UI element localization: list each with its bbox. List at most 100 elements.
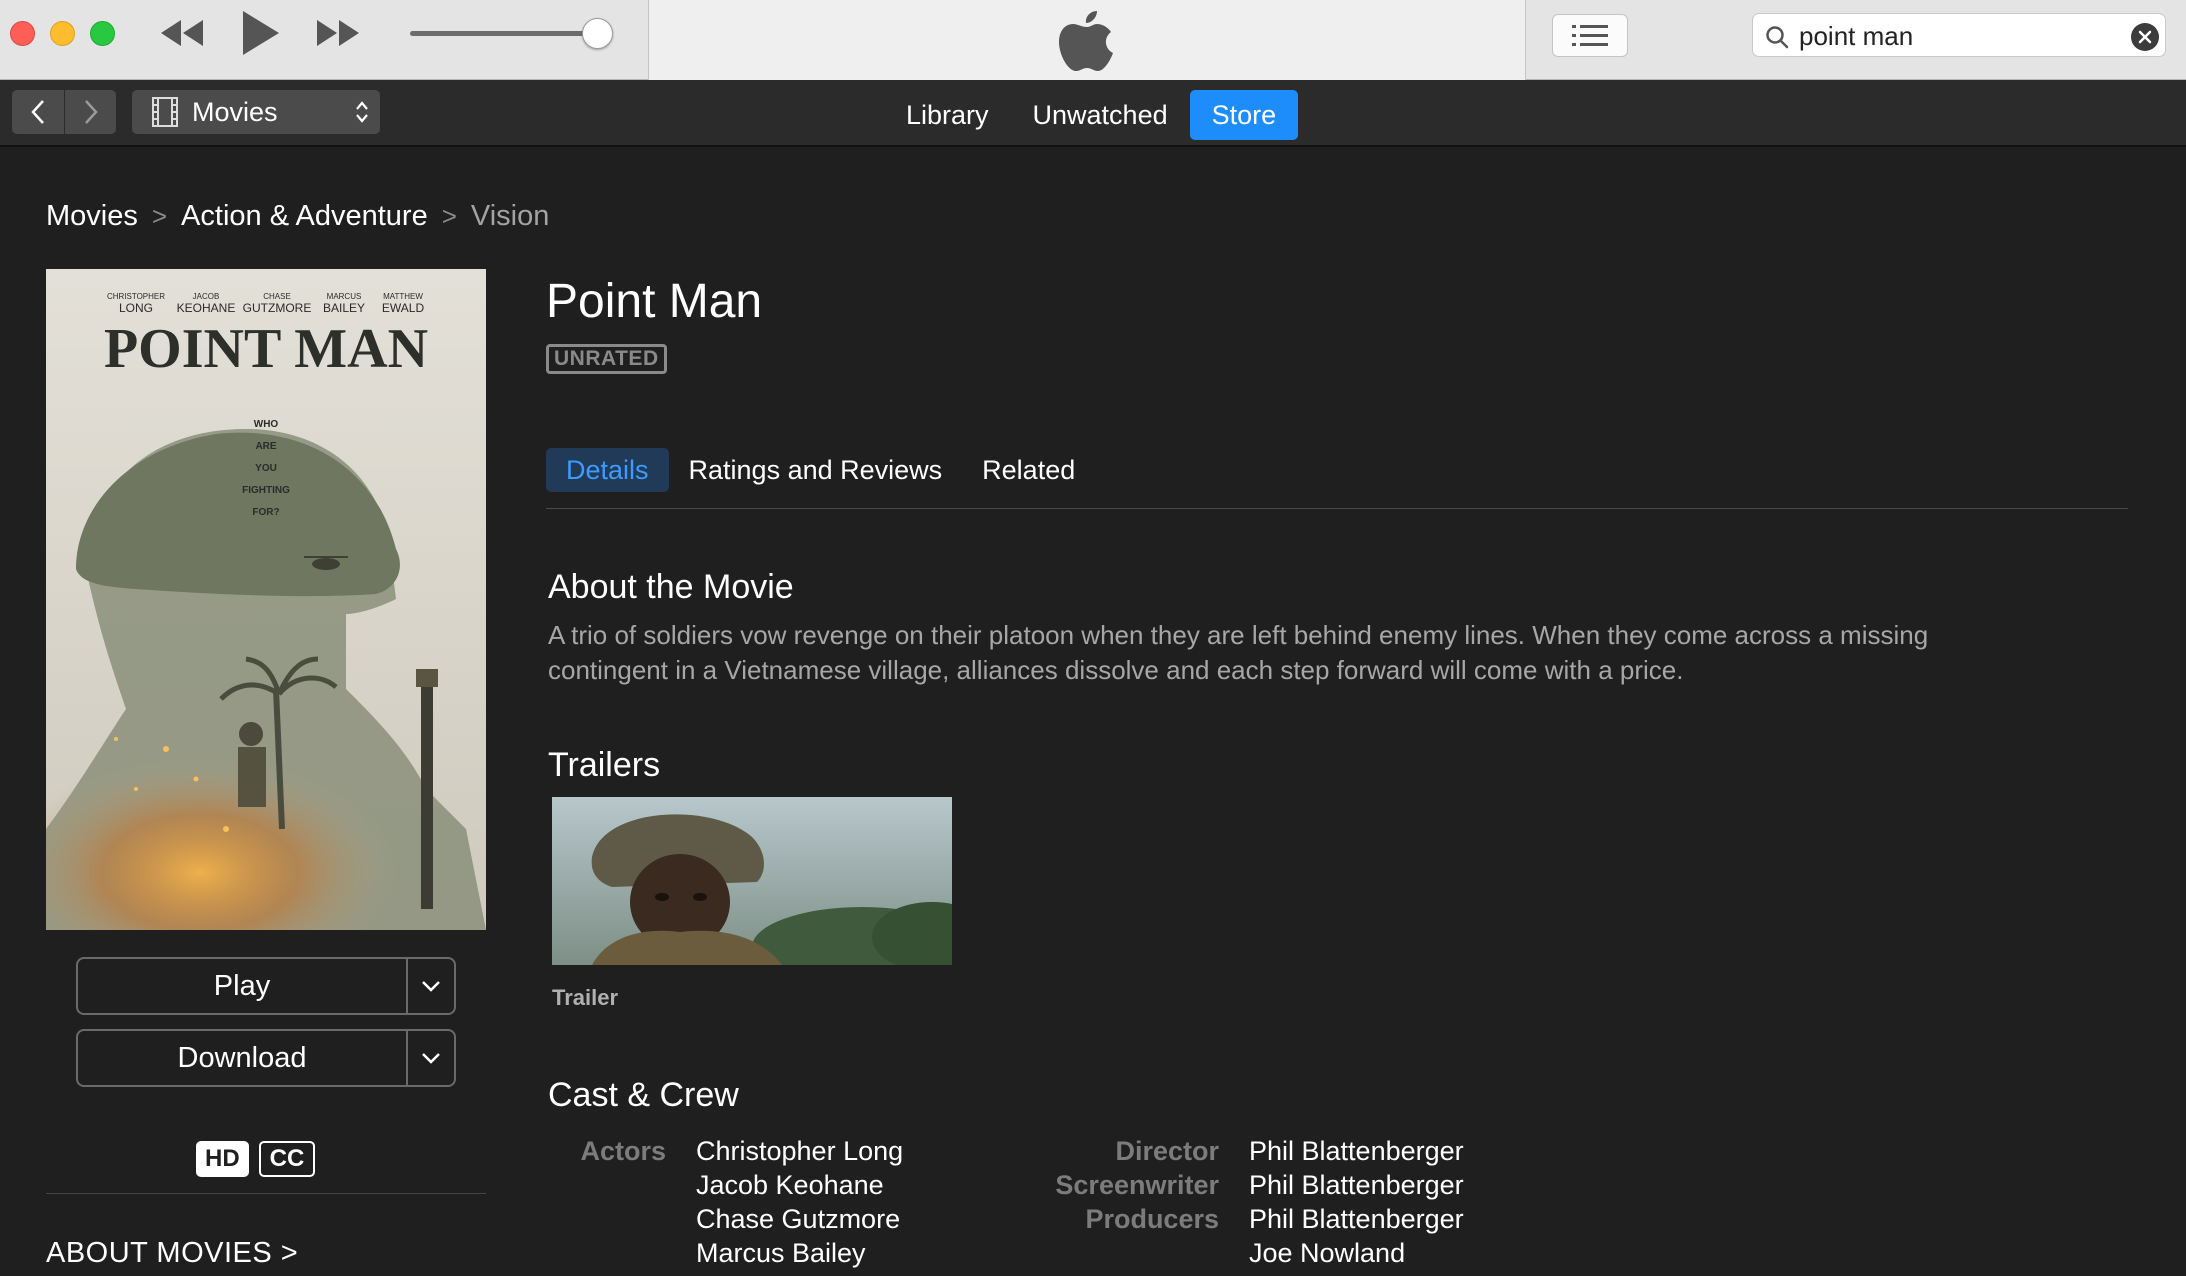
poster-artwork: CHRISTOPHER LONG JACOB KEOHANE CHASE GUT…: [46, 269, 486, 930]
crew-name[interactable]: Phil Blattenberger: [1249, 1168, 1464, 1202]
about-heading: About the Movie: [548, 568, 794, 606]
crew-role-director: Director: [1115, 1136, 1219, 1166]
download-button[interactable]: Download: [78, 1031, 406, 1085]
movie-title: Point Man: [546, 275, 763, 328]
trailers-heading: Trailers: [548, 746, 661, 784]
search-icon: [1766, 26, 1789, 49]
poster-tagline-line: FIGHTING: [242, 485, 290, 496]
chevron-right-icon: [84, 100, 98, 124]
crew-names: Phil Blattenberger Phil Blattenberger Ph…: [1249, 1134, 1464, 1270]
poster-cast-last: GUTZMORE: [243, 301, 312, 315]
poster-tagline-line: FOR?: [252, 507, 279, 518]
close-icon: [2138, 30, 2152, 44]
poster-cast-last: LONG: [119, 301, 153, 315]
crew-name[interactable]: Phil Blattenberger: [1249, 1202, 1464, 1236]
library-store-tabs: Library Unwatched Store: [884, 90, 1299, 140]
cast-crew-heading: Cast & Crew: [548, 1076, 739, 1114]
crew-role-producers: Producers: [1085, 1204, 1219, 1234]
tab-ratings-and-reviews[interactable]: Ratings and Reviews: [669, 448, 963, 492]
volume-slider[interactable]: [410, 31, 598, 36]
crew-name[interactable]: Joe Nowland: [1249, 1236, 1464, 1270]
tab-store[interactable]: Store: [1189, 90, 1299, 140]
close-window-button[interactable]: [10, 21, 35, 46]
clear-search-button[interactable]: [2131, 23, 2159, 51]
poster-cast-first: MATTHEW: [383, 292, 423, 301]
media-type-selector[interactable]: Movies: [132, 90, 380, 134]
rewind-button[interactable]: [152, 8, 212, 58]
film-icon: [152, 97, 178, 127]
trailer-frame-image: [552, 797, 952, 965]
chevron-left-icon: [31, 100, 44, 124]
about-movies-link[interactable]: ABOUT MOVIES >: [46, 1237, 298, 1270]
list-icon: [1572, 24, 1608, 46]
back-button[interactable]: [12, 90, 64, 134]
poster-cast-first: CHRISTOPHER: [107, 292, 165, 301]
chevron-down-icon: [422, 981, 440, 992]
tabs-divider: [546, 508, 2128, 509]
breadcrumb-separator-icon: >: [441, 201, 457, 231]
play-options-dropdown[interactable]: [406, 959, 454, 1013]
crew-role-screenwriter: Screenwriter: [1055, 1170, 1219, 1200]
tab-unwatched[interactable]: Unwatched: [1011, 90, 1190, 140]
crew-role-blank: [1000, 1236, 1219, 1270]
actor-name[interactable]: Chase Gutzmore: [696, 1202, 903, 1236]
poster-cast-first: JACOB: [193, 292, 220, 301]
hd-badge: HD: [196, 1141, 249, 1177]
trailer-thumbnail[interactable]: [552, 797, 952, 965]
actors-list: Christopher Long Jacob Keohane Chase Gut…: [696, 1134, 903, 1270]
play-pause-button[interactable]: [232, 8, 288, 58]
content-rating-badge: UNRATED: [546, 344, 667, 374]
trailer-label: Trailer: [552, 985, 619, 1010]
fast-forward-button[interactable]: [308, 8, 368, 58]
breadcrumb-action-adventure[interactable]: Action & Adventure: [181, 200, 428, 233]
actor-name[interactable]: Christopher Long: [696, 1134, 903, 1168]
volume-slider-knob[interactable]: [582, 18, 613, 49]
title-bar: [0, 0, 2186, 80]
actor-name[interactable]: Marcus Bailey: [696, 1236, 903, 1270]
breadcrumb-movies[interactable]: Movies: [46, 200, 138, 233]
crew-roles: Director Screenwriter Producers: [1000, 1134, 1219, 1270]
up-next-button[interactable]: [1552, 14, 1628, 57]
movie-poster: CHRISTOPHER LONG JACOB KEOHANE CHASE GUT…: [46, 269, 486, 930]
detail-tabs: Details Ratings and Reviews Related: [546, 448, 1095, 492]
poster-tagline-line: ARE: [255, 441, 276, 452]
search-input[interactable]: [1799, 20, 2119, 52]
poster-cast-first: CHASE: [263, 292, 291, 301]
format-badges: HD CC: [196, 1141, 316, 1177]
sidebar-divider: [46, 1193, 486, 1194]
breadcrumb: Movies > Action & Adventure > Vision: [46, 200, 549, 233]
poster-cast-first: MARCUS: [327, 292, 362, 301]
actor-name[interactable]: Jacob Keohane: [696, 1168, 903, 1202]
poster-title: POINT MAN: [104, 318, 428, 380]
up-down-chevron-icon: [356, 101, 368, 123]
minimize-window-button[interactable]: [50, 21, 75, 46]
download-button-group: Download: [76, 1029, 456, 1087]
search-field[interactable]: [1752, 13, 2166, 57]
breadcrumb-current: Vision: [470, 200, 550, 232]
poster-tagline-line: WHO: [254, 419, 279, 430]
play-icon: [243, 11, 279, 55]
media-type-label: Movies: [192, 96, 278, 127]
forward-button[interactable]: [64, 90, 116, 134]
status-display: [648, 0, 1526, 80]
breadcrumb-separator-icon: >: [151, 201, 168, 231]
tab-library[interactable]: Library: [884, 90, 1011, 140]
zoom-window-button[interactable]: [90, 21, 115, 46]
poster-cast-last: EWALD: [382, 301, 425, 315]
cc-badge: CC: [258, 1141, 316, 1177]
about-description: A trio of soldiers vow revenge on their …: [548, 620, 1929, 685]
download-options-dropdown[interactable]: [406, 1031, 454, 1085]
tab-related[interactable]: Related: [962, 448, 1095, 492]
poster-cast-last: KEOHANE: [177, 301, 236, 315]
apple-logo-icon: [1059, 11, 1113, 71]
rewind-icon: [161, 20, 203, 46]
play-button[interactable]: Play: [78, 959, 406, 1013]
crew-name[interactable]: Phil Blattenberger: [1249, 1134, 1464, 1168]
fast-forward-icon: [317, 20, 359, 46]
tab-details[interactable]: Details: [546, 448, 669, 492]
actors-label: Actors: [580, 1136, 666, 1166]
play-button-group: Play: [76, 957, 456, 1015]
poster-tagline-line: YOU: [255, 463, 277, 474]
history-navigation: [12, 90, 116, 134]
poster-cast-last: BAILEY: [323, 301, 365, 315]
